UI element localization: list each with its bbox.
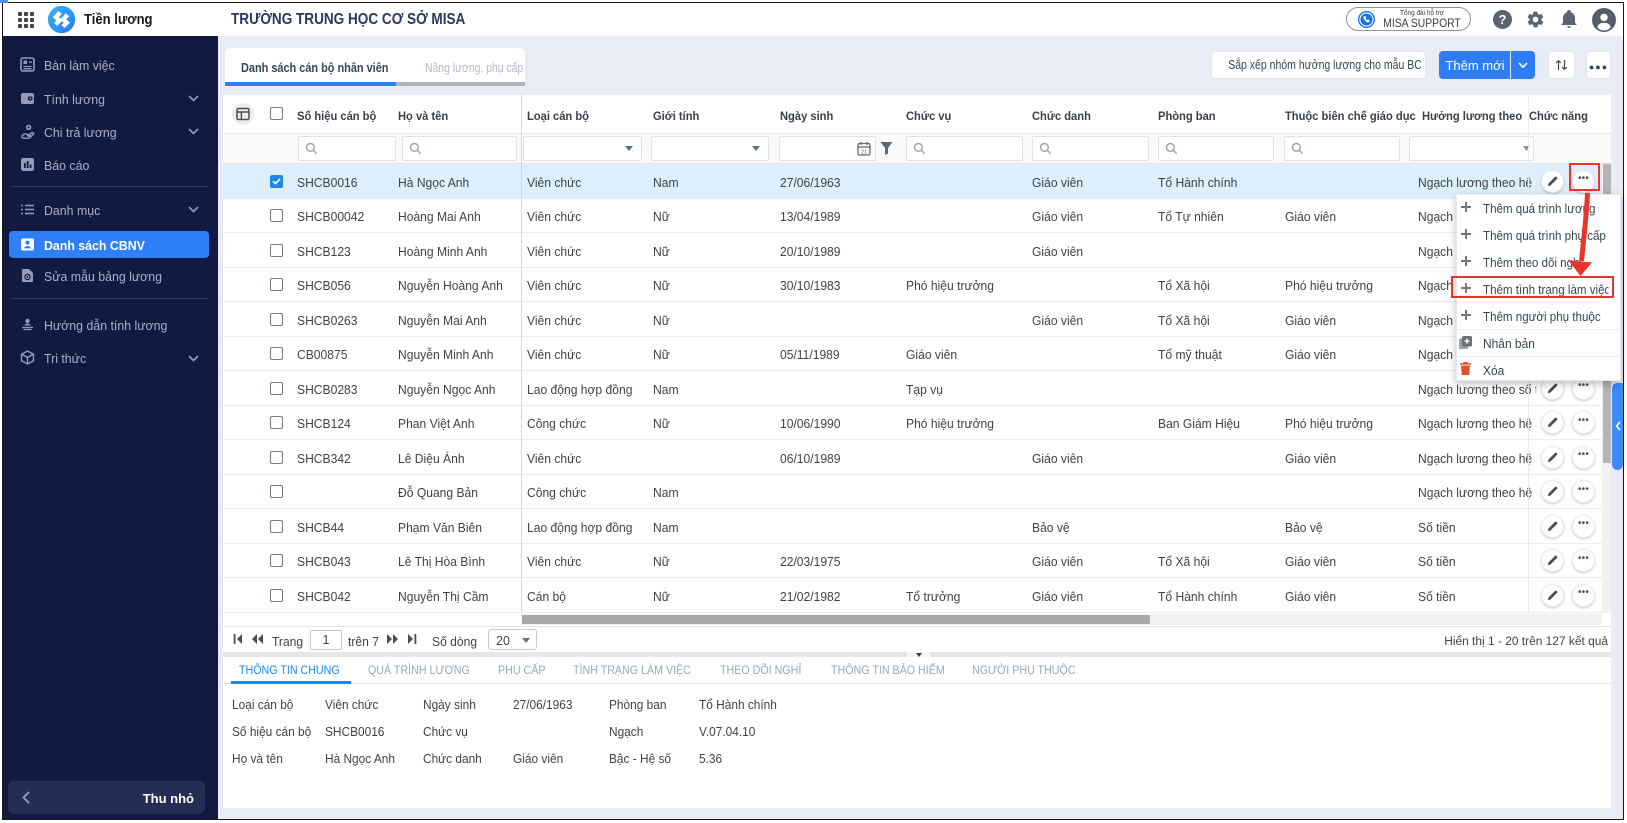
- svg-text:21: 21: [861, 150, 867, 156]
